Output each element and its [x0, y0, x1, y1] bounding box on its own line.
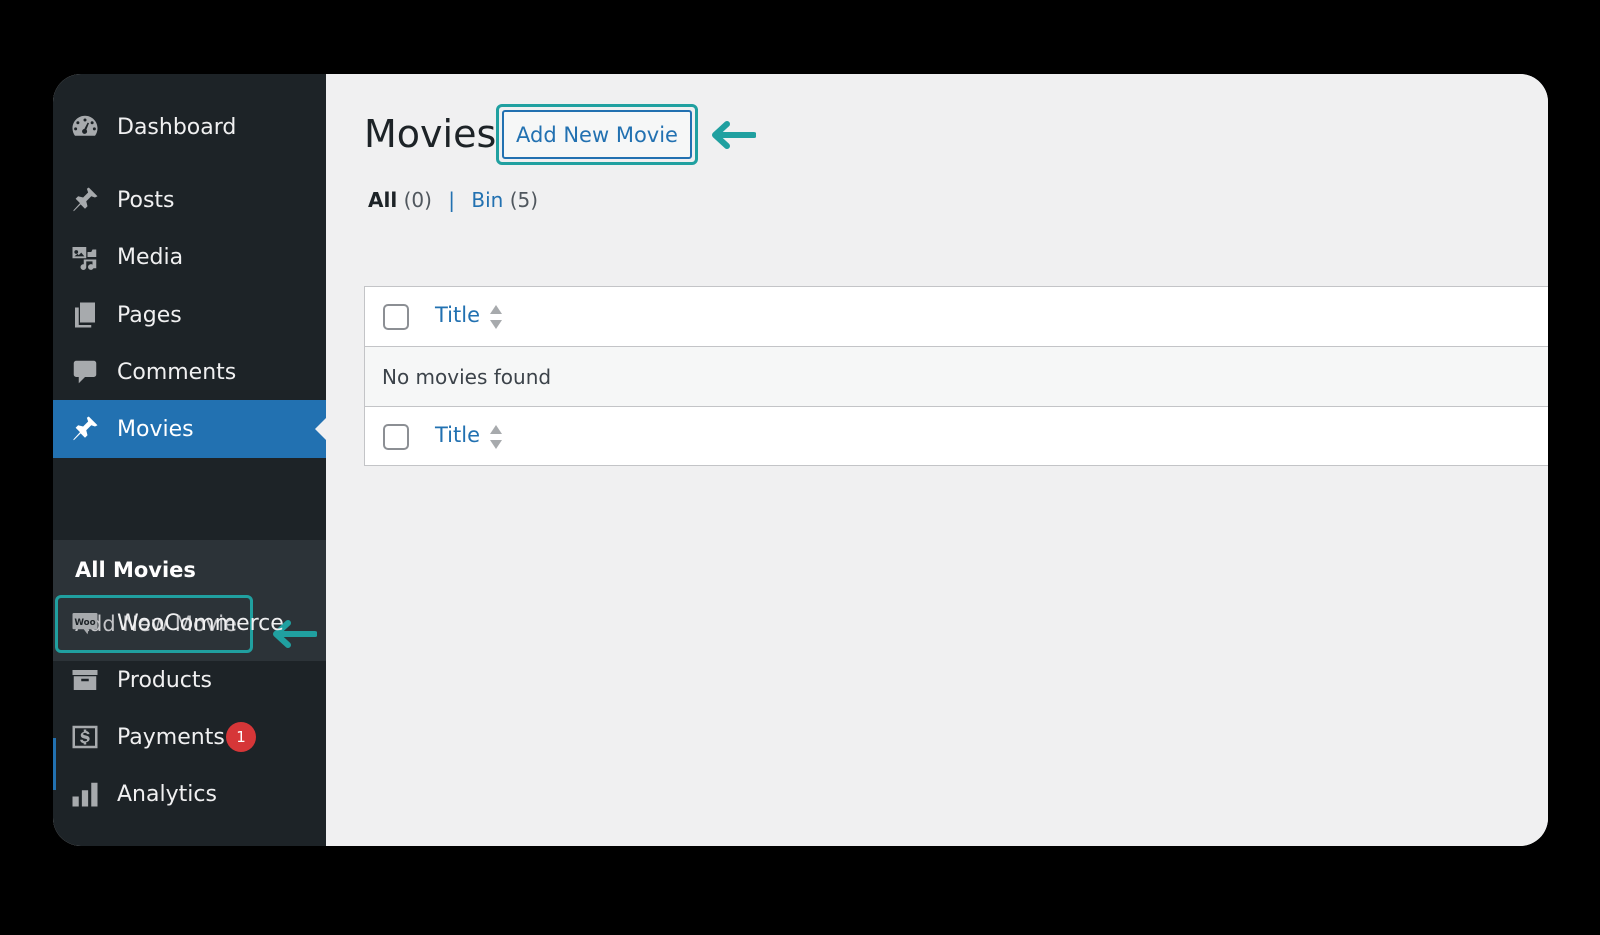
sidebar-item-label: Dashboard	[117, 114, 237, 140]
svg-text:Woo: Woo	[74, 618, 95, 628]
sidebar-item-label: Movies	[117, 416, 194, 442]
movies-table: Title No movies found Title	[364, 286, 1548, 466]
sidebar-item-label: WooCommerce	[117, 610, 284, 636]
column-title-sort[interactable]: Title	[435, 423, 480, 447]
sidebar-item-label: Analytics	[117, 781, 217, 807]
table-footer-row: Title	[365, 407, 1548, 467]
main-content: Movies Add New Movie All (0) | Bin (5) T…	[326, 74, 1548, 846]
archive-icon	[69, 664, 101, 696]
page-title: Movies	[364, 112, 497, 156]
sidebar-item-comments[interactable]: Comments	[53, 343, 326, 401]
add-new-movie-button-label: Add New Movie	[502, 110, 692, 159]
woo-icon: Woo	[69, 607, 101, 639]
filter-bin-count: (5)	[509, 188, 539, 212]
sidebar-item-label: Posts	[117, 187, 175, 213]
sidebar-item-media[interactable]: Media	[53, 228, 326, 286]
sidebar-item-payments[interactable]: Payments 1	[53, 708, 326, 766]
sidebar-item-label: Products	[117, 667, 212, 693]
admin-window: Dashboard Posts Media Pages Comments Mov…	[53, 74, 1548, 846]
sidebar-item-dashboard[interactable]: Dashboard	[53, 98, 326, 156]
admin-sidebar: Dashboard Posts Media Pages Comments Mov…	[53, 74, 326, 846]
status-filters: All (0) | Bin (5)	[368, 188, 538, 212]
sidebar-item-woocommerce[interactable]: Woo WooCommerce	[53, 594, 326, 652]
comment-icon	[69, 356, 101, 388]
empty-message: No movies found	[382, 365, 552, 389]
sidebar-item-label: Comments	[117, 359, 237, 385]
filter-separator: |	[448, 188, 456, 212]
sidebar-item-analytics[interactable]: Analytics	[53, 765, 326, 823]
filter-bin-link[interactable]: Bin	[471, 188, 503, 212]
dollar-icon	[69, 721, 101, 753]
sidebar-item-label: Payments	[117, 724, 225, 750]
submenu-item-all-movies[interactable]: All Movies	[75, 558, 196, 582]
sidebar-item-products[interactable]: Products	[53, 651, 326, 709]
sidebar-item-movies[interactable]: Movies	[53, 400, 326, 458]
pushpin-icon	[69, 413, 101, 445]
select-all-checkbox[interactable]	[383, 304, 409, 330]
filter-all-count: (0)	[403, 188, 432, 212]
media-icon	[69, 241, 101, 273]
sidebar-item-posts[interactable]: Posts	[53, 171, 326, 229]
sort-icon[interactable]	[489, 424, 503, 450]
column-title-sort[interactable]: Title	[435, 303, 480, 327]
sort-icon[interactable]	[489, 304, 503, 330]
sidebar-item-label: Pages	[117, 302, 182, 328]
pages-icon	[69, 299, 101, 331]
notification-badge: 1	[226, 722, 256, 752]
dashboard-icon	[69, 111, 101, 143]
add-new-movie-button[interactable]: Add New Movie	[496, 104, 698, 165]
filter-all-label[interactable]: All	[368, 188, 397, 212]
table-header-row: Title	[365, 287, 1548, 347]
sidebar-item-label: Media	[117, 244, 184, 270]
table-row: No movies found	[365, 347, 1548, 407]
select-all-checkbox[interactable]	[383, 424, 409, 450]
bar-chart-icon	[69, 778, 101, 810]
sidebar-item-pages[interactable]: Pages	[53, 286, 326, 344]
arrow-left-icon	[712, 121, 756, 149]
pushpin-icon	[69, 184, 101, 216]
